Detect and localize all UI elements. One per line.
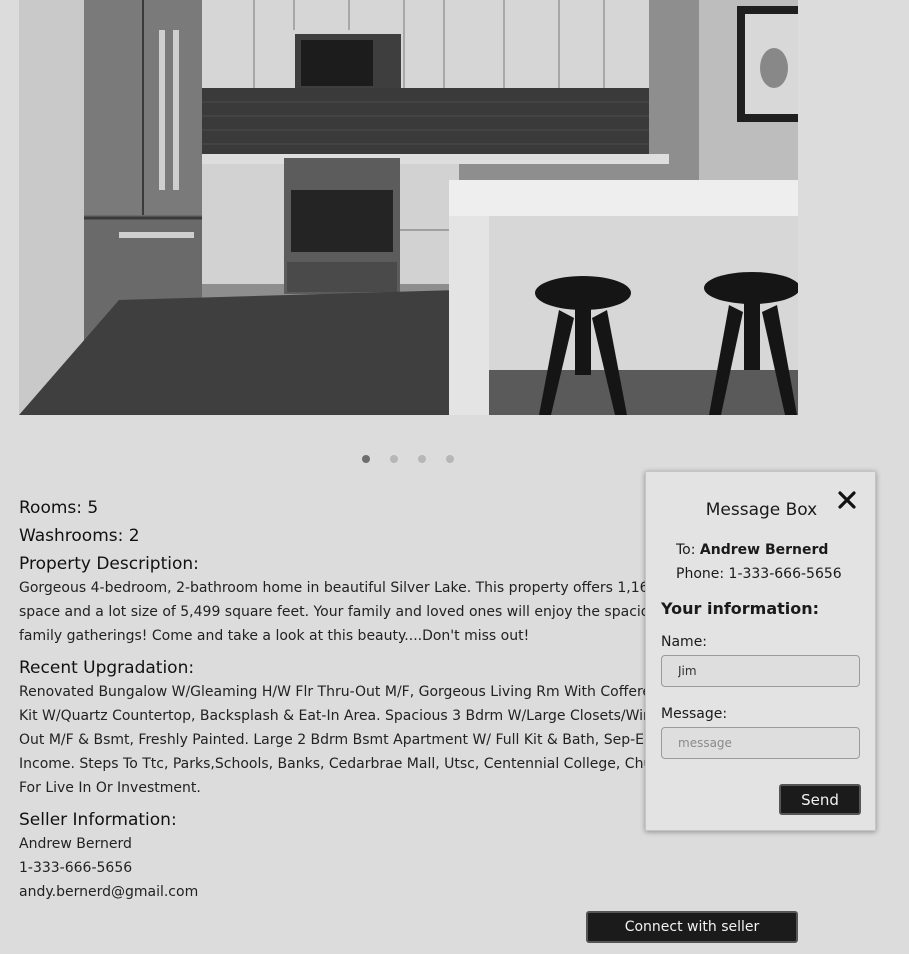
message-field[interactable]	[661, 727, 860, 759]
recipient-name: Andrew Bernerd	[699, 542, 829, 558]
to-label: To:	[676, 542, 696, 558]
seller-name: Andrew Bernerd	[19, 836, 132, 852]
gallery-pagination	[362, 455, 454, 463]
description-line: family gatherings! Come and take a look …	[19, 628, 530, 644]
description-line: space and a lot size of 5,499 square fee…	[19, 604, 659, 620]
send-button[interactable]: Send	[779, 784, 861, 815]
seller-email: andy.bernerd@gmail.com	[19, 884, 199, 900]
gallery-dot[interactable]	[362, 455, 370, 463]
upgrades-line: Kit W/Quartz Countertop, Backsplash & Ea…	[19, 708, 659, 724]
connect-with-seller-button[interactable]: Connect with seller	[586, 911, 798, 943]
property-photo[interactable]	[19, 0, 798, 415]
name-field[interactable]	[661, 655, 860, 687]
gallery-dot[interactable]	[446, 455, 454, 463]
upgrades-line: For Live In Or Investment.	[19, 780, 201, 796]
your-information-heading: Your information:	[661, 599, 820, 618]
upgrades-line: Renovated Bungalow W/Gleaming H/W Flr Th…	[19, 684, 659, 700]
gallery-dot[interactable]	[418, 455, 426, 463]
name-label: Name:	[661, 634, 708, 650]
message-label: Message:	[661, 706, 728, 722]
kitchen-photo-icon	[19, 0, 798, 415]
recipient-line: To: Andrew Bernerd	[676, 542, 828, 558]
close-icon[interactable]	[837, 490, 857, 510]
seller-phone: 1-333-666-5656	[19, 860, 133, 876]
upgrades-line: Income. Steps To Ttc, Parks,Schools, Ban…	[19, 756, 659, 772]
upgrades-line: Out M/F & Bsmt, Freshly Painted. Large 2…	[19, 732, 659, 748]
message-box: Message Box To: Andrew Bernerd Phone: 1-…	[645, 471, 876, 831]
description-line: Gorgeous 4-bedroom, 2-bathroom home in b…	[19, 580, 659, 596]
recipient-phone: Phone: 1-333-666-5656	[676, 566, 842, 582]
gallery-dot[interactable]	[390, 455, 398, 463]
